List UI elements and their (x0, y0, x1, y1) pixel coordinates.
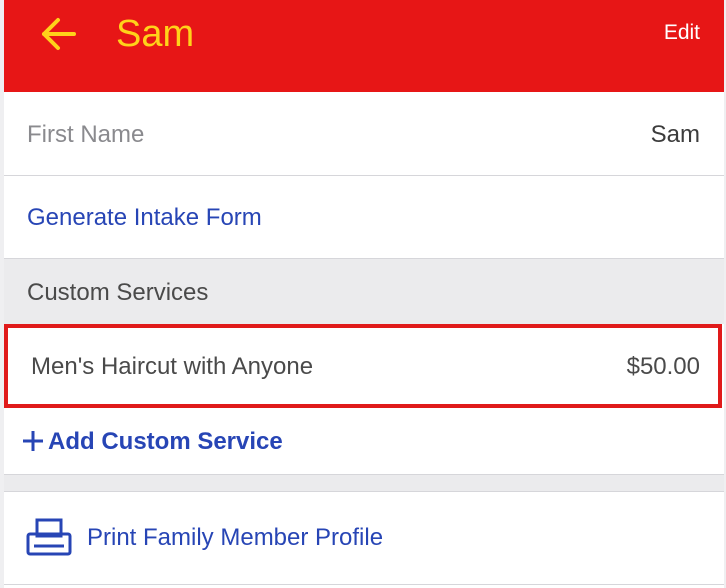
plus-icon[interactable] (22, 430, 44, 452)
custom-services-title: Custom Services (27, 279, 209, 306)
header-bar: Sam Edit (4, 0, 724, 92)
printer-icon[interactable] (26, 518, 72, 558)
family-member-screen: Sam Edit First Name Sam Generate Intake … (0, 0, 726, 588)
add-custom-service-button[interactable]: Add Custom Service (48, 427, 283, 457)
page-title: Sam (116, 13, 195, 55)
service-name: Men's Haircut with Anyone (31, 353, 314, 380)
first-name-label: First Name (27, 121, 145, 148)
custom-service-item[interactable]: Men's Haircut with Anyone $50.00 (4, 324, 722, 408)
print-profile-button[interactable]: Print Family Member Profile (87, 523, 383, 553)
edit-button[interactable]: Edit (664, 20, 700, 46)
custom-services-header: Custom Services (4, 259, 724, 324)
first-name-value: Sam (650, 121, 700, 148)
generate-intake-form-row[interactable]: Generate Intake Form (4, 176, 724, 258)
service-price: $50.00 (626, 353, 700, 380)
generate-intake-form-link[interactable]: Generate Intake Form (27, 203, 262, 233)
section-spacer (4, 475, 724, 491)
first-name-row: First Name Sam (4, 92, 724, 175)
arrow-left-icon[interactable] (40, 16, 80, 52)
divider (4, 584, 724, 585)
